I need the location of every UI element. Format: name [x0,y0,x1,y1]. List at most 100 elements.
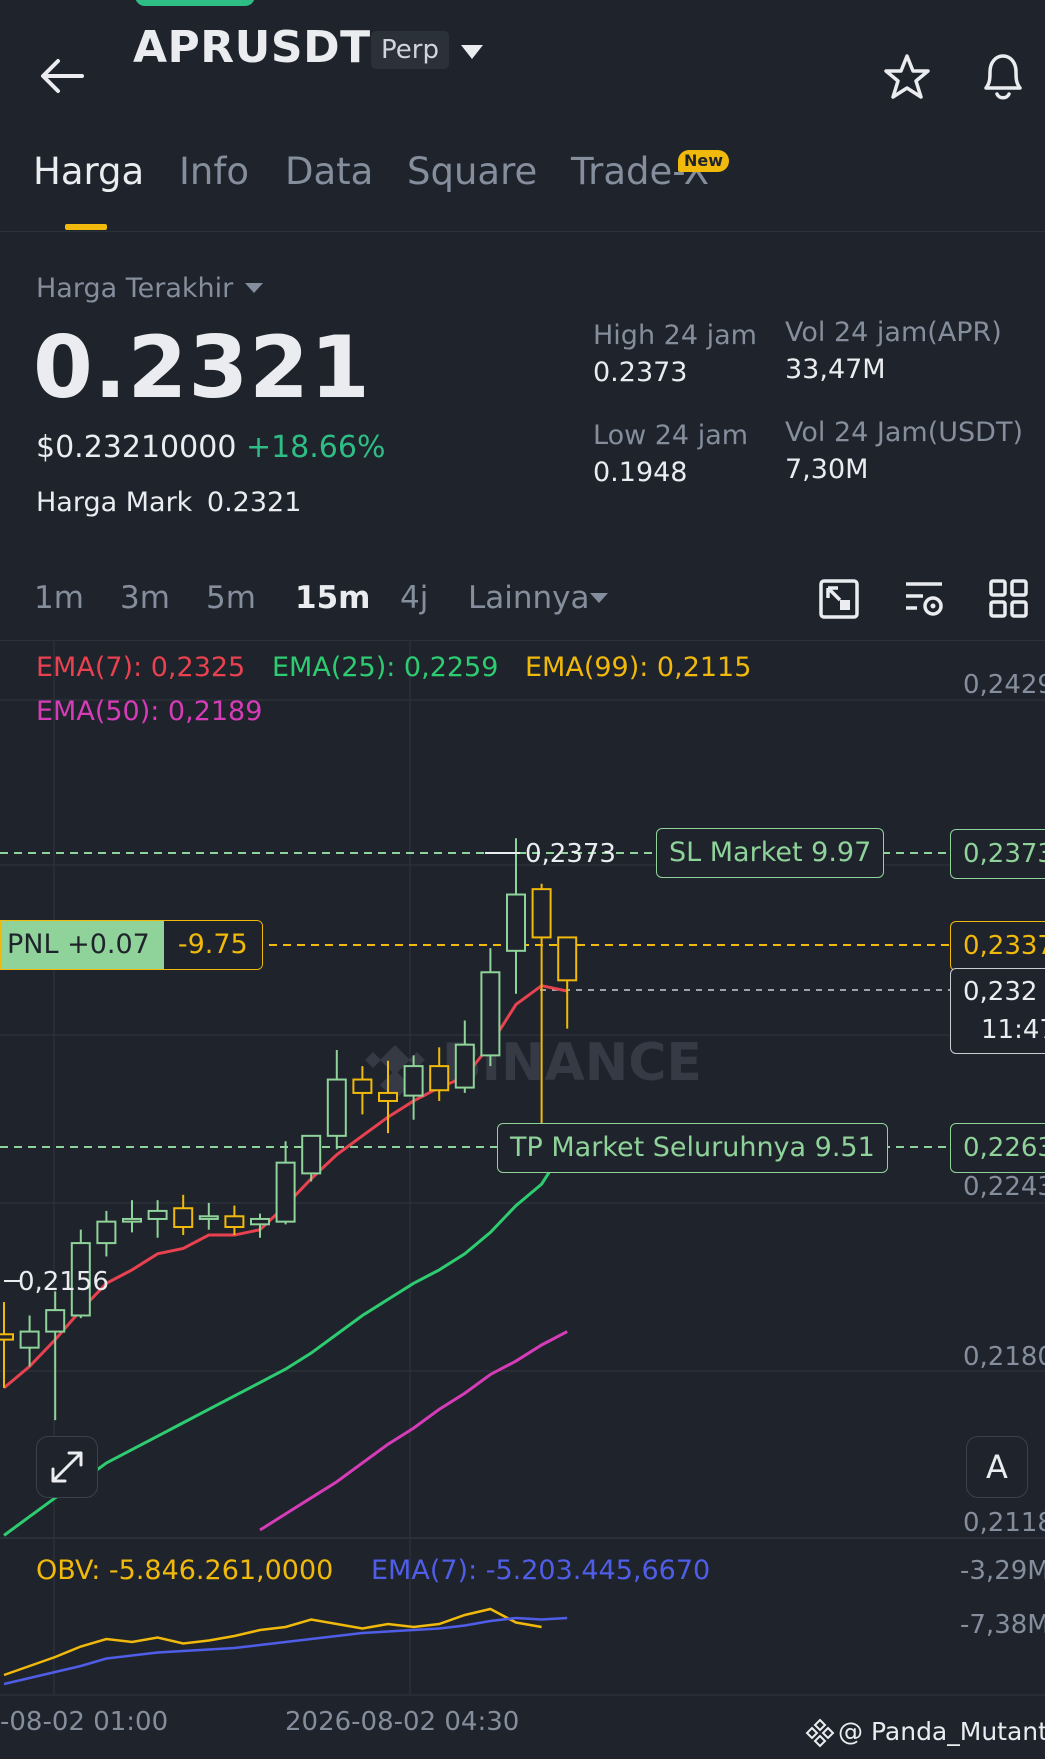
expand-arrows-icon [51,1451,83,1483]
price-usd-row: $0.23210000 +18.66% [36,430,385,465]
symbol-title[interactable]: APRUSDT [133,22,371,73]
header-top-pill [135,0,255,6]
candle-body [378,1091,398,1102]
pnl-value: PNL +0.07 [1,921,164,969]
obv-axis-label: -3,29M [960,1556,1045,1586]
symbol-dropdown-icon[interactable] [459,42,485,62]
timeframe-3m[interactable]: 3m [120,580,170,616]
vol-apr-label: Vol 24 jam(APR) [785,317,1002,348]
high-24h-label: High 24 jam [593,320,757,351]
last-price-tag: 0,232 11:47 [950,968,1045,1054]
candle [96,1210,117,1257]
high-marker-label: 0,2373 [525,839,616,869]
candle [173,1194,194,1236]
ema99-legend: EMA(99): 0,2115 [525,652,752,683]
fullscreen-icon[interactable] [818,578,860,620]
obv-axis-label: -7,38M [960,1610,1045,1640]
candle [198,1202,219,1230]
expand-chart-button[interactable] [36,1436,98,1498]
obv-ema-legend: EMA(7): -5.203.445,6670 [371,1555,711,1586]
candle-body [557,936,578,982]
vol-usdt-value: 7,30M [785,454,869,485]
timeframe-more[interactable]: Lainnya [468,580,590,616]
tab-square[interactable]: Square [407,150,537,193]
price-type-dropdown-icon[interactable] [244,281,264,295]
candle-body [326,1078,347,1137]
price-change: +18.66% [245,430,386,465]
mark-price-row: Harga Mark 0.2321 [36,487,301,518]
pnl-qty: -9.75 [163,921,262,969]
tab-data[interactable]: Data [285,150,373,193]
timeframe-1m[interactable]: 1m [34,580,84,616]
candle [45,1291,66,1421]
last-price-tag-value: 0,232 [963,977,1038,1007]
star-icon[interactable] [882,52,932,102]
candle-body [352,1078,373,1094]
candle [0,1302,14,1388]
candle-body [403,1065,424,1097]
price-axis-label: 0,2429 [963,670,1045,700]
candle [326,1050,347,1150]
low-24h-label: Low 24 jam [593,420,749,451]
candle-body [96,1220,117,1245]
candle-body [0,1333,14,1341]
credit-handle: @ Panda_Mutant⁷ [838,1717,1045,1746]
sl-price-tag: 0,2373 [950,829,1045,879]
mark-price-label: Harga Mark [36,487,193,518]
candle-body [173,1207,194,1229]
price-usd: $0.23210000 [36,430,237,465]
candle-body [275,1161,296,1223]
candle [480,948,501,1067]
timeframe-more-dropdown-icon[interactable] [589,591,609,605]
low-marker-label: 0,2156 [18,1267,109,1297]
price-axis-label: 0,2243 [963,1172,1045,1202]
candle [275,1141,296,1225]
candle [122,1200,142,1233]
candle-body [429,1065,450,1092]
sl-market-order[interactable]: SL Market 9.97 [656,828,885,878]
candle-body [531,888,552,939]
tab-bar: Harga Info Data Square Trade-X [0,150,1045,232]
candle-body [480,971,501,1057]
vol-apr-value: 33,47M [785,354,886,385]
candle-body [45,1309,66,1333]
candle-countdown: 11:47 [981,1015,1045,1045]
candle-body [250,1217,270,1226]
back-arrow-icon[interactable] [38,56,86,96]
tp-price-tag: 0,2263 [950,1123,1045,1173]
high-24h-value: 0.2373 [593,357,688,388]
active-tab-underline [65,224,107,230]
bell-icon[interactable] [978,50,1028,104]
last-price: 0.2321 [33,318,371,418]
price-type-selector[interactable]: Harga Terakhir [36,273,233,304]
new-badge: New [678,150,730,172]
indicator-settings-icon[interactable] [903,578,945,620]
obv-legend: OBV: -5.846.261,0000 [36,1555,334,1586]
candle [506,838,526,994]
timeframe-15m[interactable]: 15m [295,580,370,616]
candle [352,1066,373,1115]
price-axis-label: 0,2180 [963,1342,1045,1372]
layout-grid-icon[interactable] [988,578,1030,620]
auto-scale-button[interactable]: A [966,1436,1028,1498]
candle-body [506,893,526,952]
price-axis-label: 0,2118 [963,1508,1045,1538]
timeframe-5m[interactable]: 5m [206,580,256,616]
tab-harga[interactable]: Harga [33,150,144,193]
entry-price-tag: 0,2337 [950,921,1045,971]
ema50-legend: EMA(50): 0,2189 [36,696,263,727]
tp-market-order[interactable]: TP Market Seluruhnya 9.51 [497,1123,888,1173]
tab-info[interactable]: Info [179,150,249,193]
pnl-tag[interactable]: PNL +0.07 -9.75 [0,920,263,970]
ema50-line [259,1330,568,1532]
candle [454,1020,475,1093]
timeframe-4j[interactable]: 4j [400,580,428,616]
candle-body [224,1215,245,1229]
candle [557,936,578,1029]
time-axis-label: 2026-08-02 04:30 [285,1707,520,1737]
ema7-legend: EMA(7): 0,2325 [36,652,246,683]
candle-body [301,1134,322,1175]
candle-body [454,1043,475,1089]
vol-usdt-label: Vol 24 Jam(USDT) [785,417,1023,448]
candle [147,1200,168,1238]
